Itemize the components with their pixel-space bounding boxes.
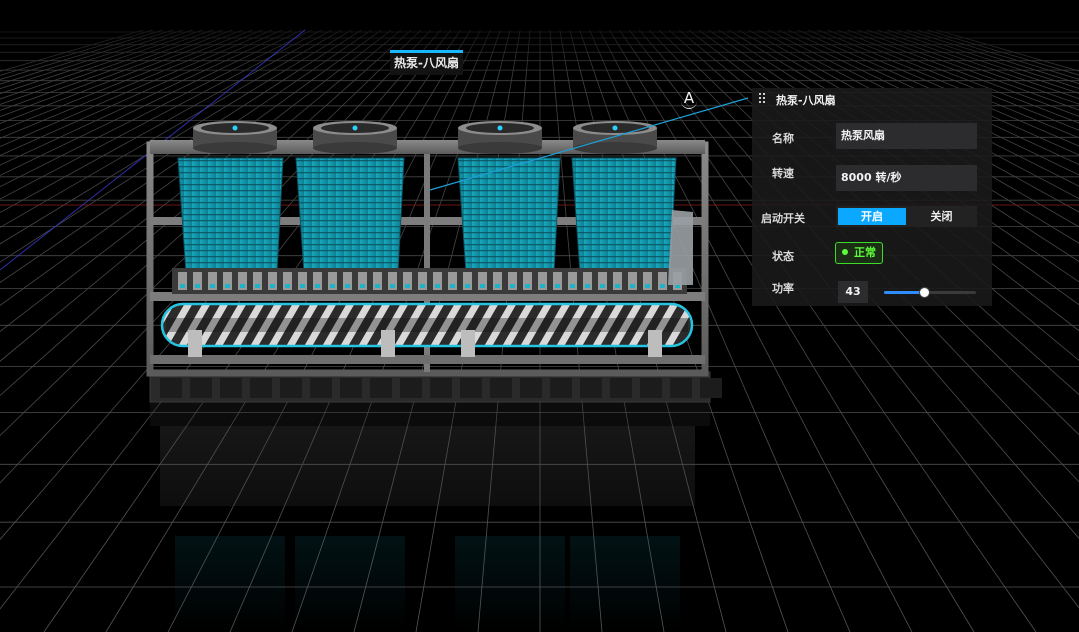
power-label: 功率	[772, 282, 794, 295]
start-switch-toggle: 开启 关闭	[836, 206, 977, 227]
power-input[interactable]: 43	[838, 281, 868, 303]
status-label: 状态	[772, 250, 794, 263]
switch-label: 启动开关	[761, 212, 805, 225]
status-dot-icon	[842, 249, 848, 255]
power-slider[interactable]	[884, 287, 976, 298]
drag-handle-icon[interactable]	[759, 93, 767, 103]
power-slider-thumb[interactable]	[918, 287, 930, 298]
name-field[interactable]: 热泵风扇	[836, 123, 977, 149]
panel-title: 热泵-八风扇	[776, 94, 836, 107]
anchor-arc	[681, 101, 697, 109]
name-label: 名称	[772, 132, 794, 145]
switch-off-button[interactable]: 关闭	[908, 208, 975, 225]
panel-header[interactable]: 热泵-八风扇	[752, 88, 992, 110]
status-badge: 正常	[835, 242, 883, 264]
power-slider-fill	[884, 291, 924, 294]
speed-label: 转速	[772, 167, 794, 180]
speed-field[interactable]: 8000 转/秒	[836, 165, 977, 191]
status-text: 正常	[854, 246, 876, 259]
viewport-3d[interactable]: 热泵-八风扇 A 热泵-八风扇 名称 热泵风扇 转速 8000 转/秒 启动开关…	[0, 0, 1079, 632]
model-label[interactable]: 热泵-八风扇	[390, 50, 463, 75]
anchor-marker-icon[interactable]: A	[680, 90, 698, 110]
property-panel: 热泵-八风扇 名称 热泵风扇 转速 8000 转/秒 启动开关 开启 关闭 状态…	[752, 88, 992, 306]
switch-on-button[interactable]: 开启	[838, 208, 906, 225]
